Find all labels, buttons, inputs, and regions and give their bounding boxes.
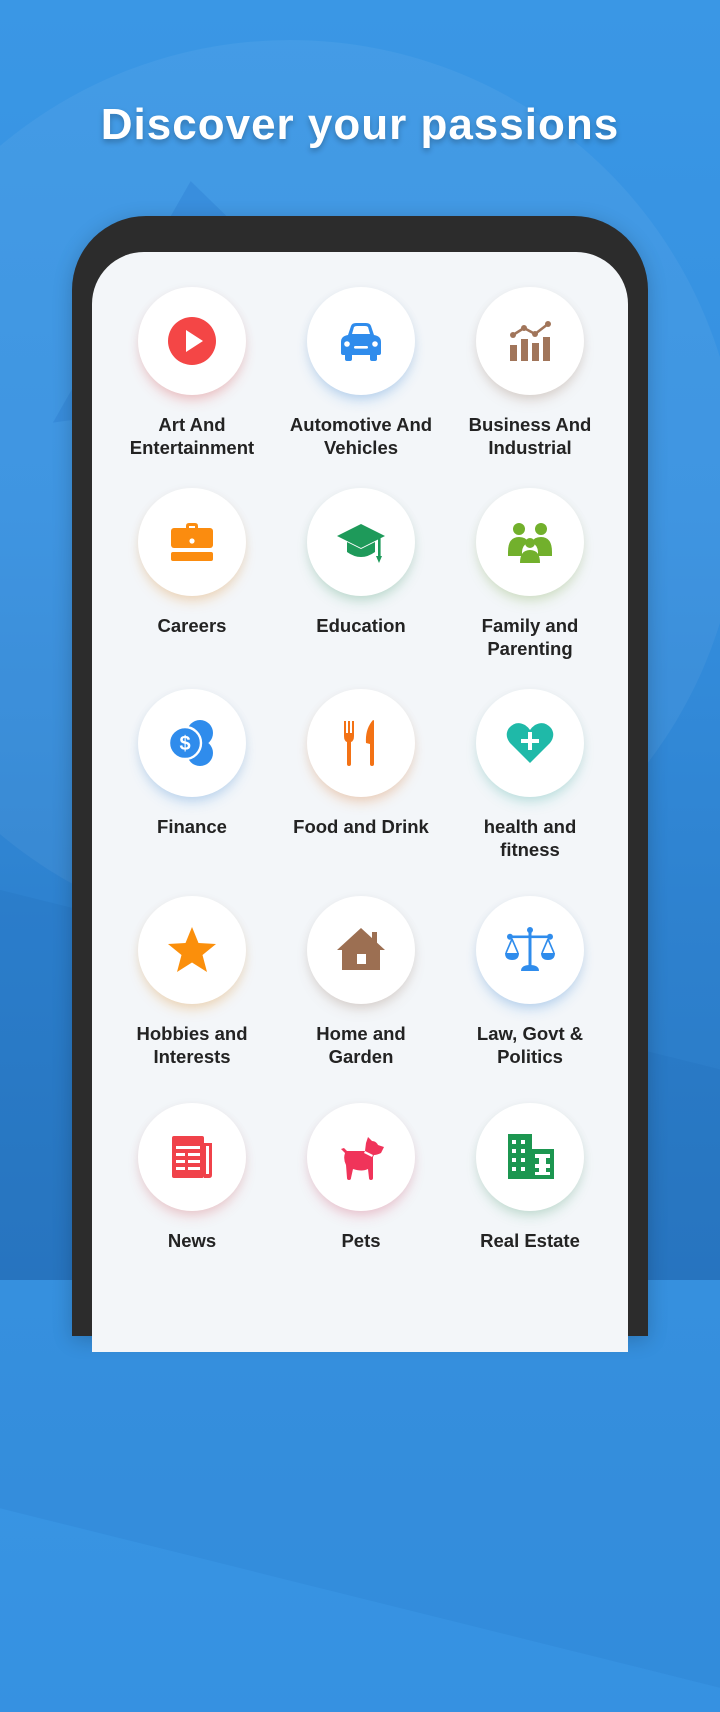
category-icon-button[interactable] — [476, 488, 584, 596]
category-label: Food and Drink — [271, 815, 451, 838]
category-icon-button[interactable] — [476, 287, 584, 395]
category-label: Business And Industrial — [440, 413, 620, 459]
category-label-line: Family and — [481, 615, 579, 636]
phone-screen: Art And Entertainment Automotive And Vehicl… — [92, 252, 628, 1352]
category-label-line: Education — [316, 615, 406, 636]
fork-knife-icon — [335, 717, 387, 769]
category-icon-button[interactable] — [307, 896, 415, 1004]
category-item[interactable]: Food and Drink — [271, 689, 451, 838]
category-label-line: Home and — [316, 1023, 406, 1044]
category-label: health and fitness — [440, 815, 620, 861]
category-item[interactable]: Real Estate — [440, 1103, 620, 1252]
category-item[interactable]: $ Finance — [102, 689, 282, 838]
category-label-line: Food and Drink — [293, 816, 429, 837]
briefcase-icon — [166, 516, 218, 568]
category-label-line: Automotive And — [289, 414, 433, 435]
category-label: Real Estate — [440, 1229, 620, 1252]
dog-icon — [335, 1131, 387, 1183]
building-icon — [504, 1131, 556, 1183]
category-label-line: Interests — [153, 1046, 231, 1067]
coins-icon: $ — [166, 717, 218, 769]
category-icon-button[interactable]: $ — [138, 689, 246, 797]
graduation-cap-icon — [335, 516, 387, 568]
category-label-line: Vehicles — [323, 437, 399, 458]
category-label-line: Industrial — [488, 437, 572, 458]
category-label: Law, Govt & Politics — [440, 1022, 620, 1068]
category-item[interactable]: Law, Govt & Politics — [440, 896, 620, 1068]
category-label-line: Entertainment — [129, 437, 255, 458]
category-label-line: Politics — [497, 1046, 563, 1067]
category-label-line: News — [167, 1230, 217, 1251]
star-icon — [166, 924, 218, 976]
category-icon-button[interactable] — [476, 1103, 584, 1211]
svg-text:$: $ — [179, 733, 190, 755]
page-title: Discover your passions — [100, 100, 620, 149]
category-label-line: Law, Govt & — [476, 1023, 584, 1044]
family-icon — [504, 516, 556, 568]
category-label: Automotive And Vehicles — [271, 413, 451, 459]
category-label: Family and Parenting — [440, 614, 620, 660]
category-label-line: Hobbies and — [136, 1023, 248, 1044]
category-item[interactable]: health and fitness — [440, 689, 620, 861]
category-label: News — [102, 1229, 282, 1252]
category-icon-button[interactable] — [138, 488, 246, 596]
scales-icon — [504, 924, 556, 976]
car-icon — [335, 315, 387, 367]
category-icon-button[interactable] — [307, 1103, 415, 1211]
phone-frame: Art And Entertainment Automotive And Vehicl… — [72, 216, 648, 1352]
category-icon-button[interactable] — [476, 689, 584, 797]
category-item[interactable]: Home and Garden — [271, 896, 451, 1068]
house-icon — [335, 924, 387, 976]
category-label-line: Garden — [328, 1046, 394, 1067]
category-item[interactable]: Art And Entertainment — [102, 287, 282, 459]
chart-icon — [504, 315, 556, 367]
category-label-line: Real Estate — [480, 1230, 580, 1251]
category-icon-button[interactable] — [138, 1103, 246, 1211]
play-icon — [166, 315, 218, 367]
category-label-line: Finance — [157, 816, 227, 837]
category-label-line: health and — [483, 816, 577, 837]
category-icon-button[interactable] — [307, 689, 415, 797]
category-label: Education — [271, 614, 451, 637]
category-label: Pets — [271, 1229, 451, 1252]
category-item[interactable]: Business And Industrial — [440, 287, 620, 459]
category-label-line: Parenting — [487, 638, 573, 659]
category-label: Hobbies and Interests — [102, 1022, 282, 1068]
category-label: Careers — [102, 614, 282, 637]
category-icon-button[interactable] — [138, 287, 246, 395]
category-item[interactable]: Pets — [271, 1103, 451, 1252]
category-label-line: Pets — [341, 1230, 381, 1251]
category-label-line: Business And — [468, 414, 592, 435]
category-label: Art And Entertainment — [102, 413, 282, 459]
category-icon-button[interactable] — [307, 287, 415, 395]
category-item[interactable]: News — [102, 1103, 282, 1252]
heart-plus-icon — [504, 717, 556, 769]
category-item[interactable]: Careers — [102, 488, 282, 637]
category-label-line: Art And — [158, 414, 226, 435]
category-icon-button[interactable] — [476, 896, 584, 1004]
newspaper-icon — [166, 1131, 218, 1183]
category-icon-button[interactable] — [307, 488, 415, 596]
category-item[interactable]: Automotive And Vehicles — [271, 287, 451, 459]
category-item[interactable]: Hobbies and Interests — [102, 896, 282, 1068]
category-item[interactable]: Education — [271, 488, 451, 637]
category-label-line: fitness — [500, 839, 560, 860]
category-item[interactable]: Family and Parenting — [440, 488, 620, 660]
category-label: Finance — [102, 815, 282, 838]
category-label-line: Careers — [157, 615, 227, 636]
category-icon-button[interactable] — [138, 896, 246, 1004]
category-label: Home and Garden — [271, 1022, 451, 1068]
